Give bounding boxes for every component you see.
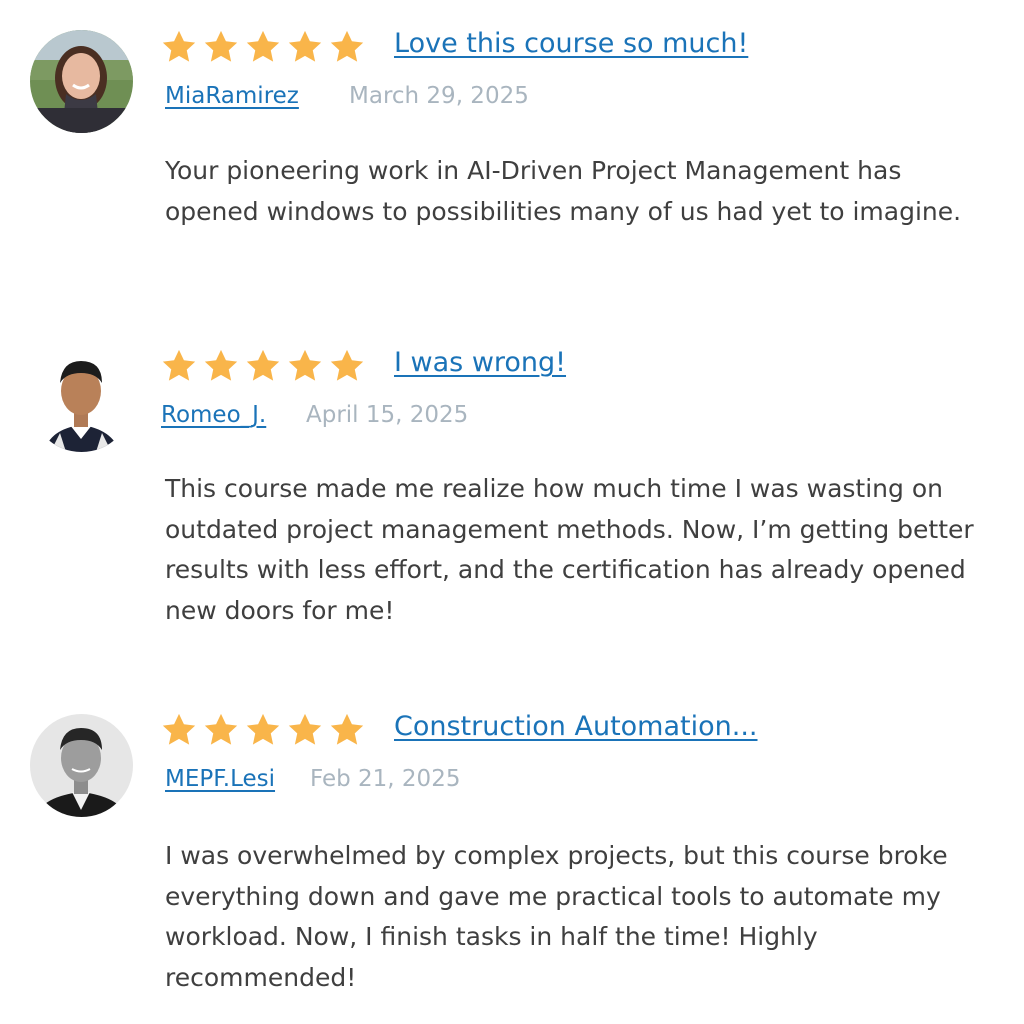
- author-link[interactable]: MiaRamirez: [165, 83, 299, 109]
- star-icon: [330, 349, 364, 381]
- star-icon: [162, 30, 196, 62]
- author-link[interactable]: Romeo_J.: [161, 402, 266, 428]
- review-title-link[interactable]: Construction Automation...: [394, 711, 758, 742]
- star-icon: [204, 30, 238, 62]
- review-body: Your pioneering work in AI-Driven Projec…: [165, 156, 962, 226]
- avatar[interactable]: [30, 30, 133, 133]
- review-date: April 15, 2025: [306, 402, 469, 428]
- review-date: March 29, 2025: [349, 83, 529, 109]
- rating-stars: [160, 711, 366, 749]
- review-body: I was overwhelmed by complex projects, b…: [165, 841, 948, 992]
- star-icon: [288, 349, 322, 381]
- review-body: This course made me realize how much tim…: [165, 474, 974, 625]
- star-icon: [162, 349, 196, 381]
- star-icon: [162, 713, 196, 745]
- star-icon: [204, 713, 238, 745]
- star-icon: [330, 30, 364, 62]
- star-icon: [246, 30, 280, 62]
- review-title-link[interactable]: I was wrong!: [394, 347, 566, 378]
- star-icon: [330, 713, 364, 745]
- rating-stars: [160, 28, 366, 66]
- avatar[interactable]: [30, 349, 133, 452]
- review-date: Feb 21, 2025: [310, 766, 461, 792]
- star-icon: [288, 713, 322, 745]
- star-icon: [246, 349, 280, 381]
- star-icon: [246, 713, 280, 745]
- rating-stars: [160, 347, 366, 385]
- avatar[interactable]: [30, 714, 133, 817]
- star-icon: [288, 30, 322, 62]
- star-icon: [204, 349, 238, 381]
- author-link[interactable]: MEPF.Lesi: [165, 766, 275, 792]
- review-title-link[interactable]: Love this course so much!: [394, 28, 748, 59]
